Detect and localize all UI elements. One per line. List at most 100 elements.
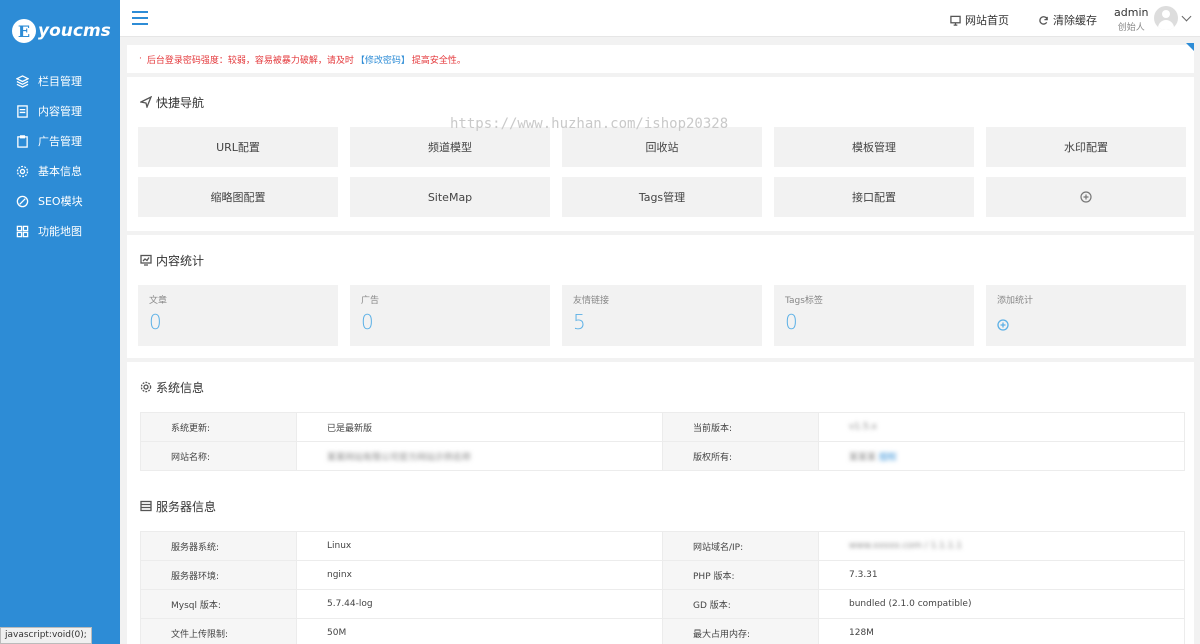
chart-monitor-icon <box>140 254 152 266</box>
document-icon <box>17 104 28 118</box>
clear-cache-link[interactable]: 清除缓存 <box>1038 12 1097 28</box>
table-cell-key: 服务器系统: <box>140 531 297 561</box>
user-info[interactable]: admin 创始人 <box>1114 6 1148 33</box>
logo[interactable]: E youcms <box>0 0 120 62</box>
table-cell-value: 7.3.31 <box>818 560 1185 590</box>
quick-nav-add-button[interactable] <box>986 177 1186 217</box>
sidebar-item-label: 基本信息 <box>38 165 82 178</box>
status-bar-tooltip: javascript:void(0); <box>0 627 92 644</box>
quick-nav-api-config[interactable]: 接口配置 <box>774 177 974 217</box>
quick-nav-watermark-config[interactable]: 水印配置 <box>986 127 1186 167</box>
refresh-icon <box>1039 15 1048 25</box>
change-password-link[interactable]: 【修改密码】 <box>356 53 410 66</box>
menu-toggle-icon[interactable] <box>132 11 148 25</box>
table-cell-value: bundled (2.1.0 compatible) <box>818 589 1185 619</box>
compass-icon <box>16 195 29 207</box>
table-cell-value: 5.7.44-log <box>296 589 663 619</box>
site-home-link[interactable]: 网站首页 <box>950 12 1009 28</box>
logo-text: youcms <box>38 21 111 41</box>
table-row: 系统更新: 已是最新版 当前版本: v1.5.x <box>140 412 1185 442</box>
monitor-icon <box>950 15 961 26</box>
topbar: 网站首页 清除缓存 admin 创始人 <box>120 0 1200 37</box>
server-info-panel: 服务器信息 服务器系统: Linux 网站域名/IP: www.xxxxx.co… <box>127 481 1194 644</box>
server-icon <box>140 500 152 512</box>
content-stats-title: 内容统计 <box>138 235 1183 285</box>
sidebar-item-columns[interactable]: 栏目管理 <box>0 66 120 96</box>
sidebar: E youcms 栏目管理 内容管理 广告管理 基本信息 SEO模块 功能地图 <box>0 0 120 644</box>
sidebar-item-label: 栏目管理 <box>38 75 82 88</box>
site-name-value: 某某网站有限公司官方网站示例名称 <box>327 452 472 463</box>
quick-nav-tags-manage[interactable]: Tags管理 <box>562 177 762 217</box>
sidebar-item-label: SEO模块 <box>38 195 83 208</box>
stat-value: 0 <box>149 310 162 334</box>
sidebar-item-ads[interactable]: 广告管理 <box>0 126 120 156</box>
server-info-table: 服务器系统: Linux 网站域名/IP: www.xxxxx.com / 1.… <box>140 531 1185 644</box>
table-cell-key: PHP 版本: <box>662 560 819 590</box>
stat-card-friend-links[interactable]: 友情链接 5 <box>562 285 762 346</box>
send-icon <box>140 96 152 108</box>
quick-nav-thumbnail-config[interactable]: 缩略图配置 <box>138 177 338 217</box>
logo-badge: E <box>12 19 36 43</box>
table-row: 服务器系统: Linux 网站域名/IP: www.xxxxx.com / 1.… <box>140 531 1185 561</box>
sidebar-item-basic-info[interactable]: 基本信息 <box>0 156 120 186</box>
scrollbar[interactable] <box>1194 40 1200 644</box>
stat-label: 文章 <box>149 296 168 306</box>
quick-nav-template-manage[interactable]: 模板管理 <box>774 127 974 167</box>
table-row: Mysql 版本: 5.7.44-log GD 版本: bundled (2.1… <box>140 589 1185 619</box>
table-cell-key: 系统更新: <box>140 412 297 442</box>
sidebar-item-label: 内容管理 <box>38 105 82 118</box>
system-info-title: 系统信息 <box>138 362 1183 412</box>
alert-prefix: 后台登录密码强度：较弱，容易被暴力破解，请及时 <box>146 55 354 66</box>
stat-label: 广告 <box>361 296 380 306</box>
stat-value: 0 <box>785 310 798 334</box>
table-cell-key: Mysql 版本: <box>140 589 297 619</box>
table-cell-key: 当前版本: <box>662 412 819 442</box>
sidebar-menu: 栏目管理 内容管理 广告管理 基本信息 SEO模块 功能地图 <box>0 66 120 246</box>
avatar[interactable] <box>1154 6 1178 30</box>
stats-grid: 文章 0 广告 0 友情链接 5 Tags标签 0 添加统计 <box>138 285 1186 358</box>
sidebar-item-content[interactable]: 内容管理 <box>0 96 120 126</box>
copyright-value: 某某某 <box>849 452 877 463</box>
table-cell-key: 最大占用内存: <box>662 618 819 644</box>
quick-nav-sitemap[interactable]: SiteMap <box>350 177 550 217</box>
table-cell-key: 服务器环境: <box>140 560 297 590</box>
stat-label: Tags标签 <box>785 296 823 306</box>
table-cell-key: 网站域名/IP: <box>662 531 819 561</box>
stat-card-articles[interactable]: 文章 0 <box>138 285 338 346</box>
stat-card-ads[interactable]: 广告 0 <box>350 285 550 346</box>
gear-icon <box>16 165 29 177</box>
alert-suffix: 提高安全性。 <box>411 55 466 66</box>
table-cell-value: nginx <box>296 560 663 590</box>
stat-value: 0 <box>361 310 374 334</box>
table-cell-key: 版权所有: <box>662 441 819 471</box>
table-cell-value: 某某某 授权 <box>818 441 1185 471</box>
sidebar-item-label: 广告管理 <box>38 135 82 148</box>
quick-nav-url-config[interactable]: URL配置 <box>138 127 338 167</box>
quick-nav-title-text: 快捷导航 <box>156 95 205 110</box>
table-cell-value: www.xxxxx.com / 1.1.1.1 <box>818 531 1185 561</box>
sidebar-item-seo[interactable]: SEO模块 <box>0 186 120 216</box>
table-cell-value: 某某网站有限公司官方网站示例名称 <box>296 441 663 471</box>
version-value: v1.5.x <box>849 422 877 432</box>
layers-icon <box>16 74 29 88</box>
quick-nav-panel: 快捷导航 URL配置 频道模型 回收站 模板管理 水印配置 缩略图配置 Site… <box>127 77 1194 231</box>
copyright-link[interactable]: 授权 <box>879 453 897 463</box>
system-info-panel: 系统信息 系统更新: 已是最新版 当前版本: v1.5.x 网站名称: 某某网站… <box>127 362 1194 481</box>
sidebar-item-function-map[interactable]: 功能地图 <box>0 216 120 246</box>
grid-icon <box>16 225 29 237</box>
plus-circle-icon[interactable] <box>997 319 1009 331</box>
gear-icon <box>140 381 152 393</box>
stat-card-add[interactable]: 添加统计 <box>986 285 1186 346</box>
content-stats-panel: 内容统计 文章 0 广告 0 友情链接 5 Tags标签 0 添加统计 <box>127 235 1194 358</box>
quick-nav-recycle-bin[interactable]: 回收站 <box>562 127 762 167</box>
stat-label: 添加统计 <box>997 296 1034 306</box>
quick-nav-channel-model[interactable]: 频道模型 <box>350 127 550 167</box>
chevron-down-icon[interactable] <box>1181 11 1192 22</box>
table-row: 服务器环境: nginx PHP 版本: 7.3.31 <box>140 560 1185 590</box>
sidebar-item-label: 功能地图 <box>38 225 82 238</box>
table-cell-key: GD 版本: <box>662 589 819 619</box>
table-cell-value: 已是最新版 <box>296 412 663 442</box>
main-content: · 后台登录密码强度：较弱，容易被暴力破解，请及时 【修改密码】 提高安全性。 … <box>127 43 1200 644</box>
clear-cache-label: 清除缓存 <box>1053 14 1097 27</box>
stat-card-tags[interactable]: Tags标签 0 <box>774 285 974 346</box>
